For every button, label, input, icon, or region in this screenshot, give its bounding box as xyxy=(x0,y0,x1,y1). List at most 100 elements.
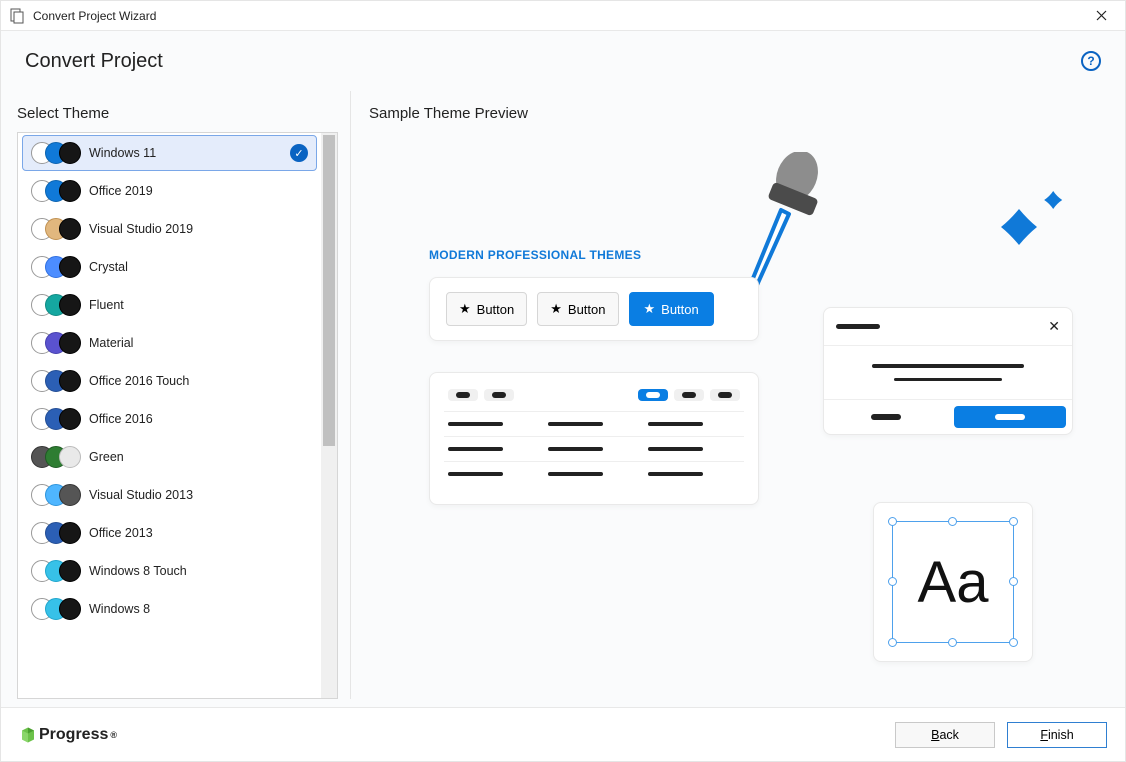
theme-swatches xyxy=(31,218,81,240)
theme-item[interactable]: Visual Studio 2013 xyxy=(22,477,317,513)
theme-label: Windows 11 xyxy=(89,146,282,160)
color-swatch xyxy=(59,560,81,582)
color-swatch xyxy=(59,332,81,354)
help-button[interactable]: ? xyxy=(1081,51,1101,71)
theme-swatches xyxy=(31,560,81,582)
theme-swatches xyxy=(31,446,81,468)
grid-row xyxy=(444,436,744,461)
back-button[interactable]: Back xyxy=(895,722,995,748)
theme-item[interactable]: Windows 11 ✓ xyxy=(22,135,317,171)
resize-handle xyxy=(1009,517,1018,526)
preview-button: ★Button xyxy=(537,292,618,326)
dialog-close-icon: ✕ xyxy=(1048,318,1060,335)
resize-handle xyxy=(948,638,957,647)
theme-swatches xyxy=(31,598,81,620)
theme-label: Material xyxy=(89,336,308,350)
star-icon: ★ xyxy=(644,301,656,317)
resize-handle xyxy=(948,517,957,526)
dialog-footer xyxy=(824,399,1072,434)
theme-label: Visual Studio 2019 xyxy=(89,222,308,236)
scrollbar-thumb[interactable] xyxy=(323,135,335,446)
page-title: Convert Project xyxy=(25,50,1081,73)
close-button[interactable] xyxy=(1085,1,1117,31)
themes-category-label: MODERN PROFESSIONAL THEMES xyxy=(429,248,641,262)
wizard-header: Convert Project ? xyxy=(1,31,1125,91)
color-swatch xyxy=(59,598,81,620)
theme-item[interactable]: Windows 8 Touch xyxy=(22,553,317,589)
theme-item[interactable]: Material xyxy=(22,325,317,361)
theme-label: Visual Studio 2013 xyxy=(89,488,308,502)
color-swatch xyxy=(59,446,81,468)
resize-handle xyxy=(1009,638,1018,647)
color-swatch xyxy=(59,256,81,278)
preview-button-primary: ★Button xyxy=(629,292,714,326)
theme-list[interactable]: Windows 11 ✓ Office 2019 Visual Studio 2019… xyxy=(18,133,321,698)
progress-mark-icon xyxy=(19,726,37,744)
grid-row xyxy=(444,411,744,436)
theme-swatches xyxy=(31,522,81,544)
dialog-title-placeholder xyxy=(836,324,880,329)
theme-swatches xyxy=(31,142,81,164)
dialog-button xyxy=(830,406,942,428)
preview-canvas: MODERN PROFESSIONAL THEMES ★Button ★Butt… xyxy=(369,132,1113,696)
app-icon xyxy=(9,8,25,24)
brand-text: Progress xyxy=(39,726,108,744)
theme-item[interactable]: Fluent xyxy=(22,287,317,323)
wizard-window: Convert Project Wizard Convert Project ?… xyxy=(0,0,1126,762)
finish-button[interactable]: Finish xyxy=(1007,722,1107,748)
theme-label: Windows 8 xyxy=(89,602,308,616)
theme-item[interactable]: Office 2019 xyxy=(22,173,317,209)
theme-item[interactable]: Green xyxy=(22,439,317,475)
dialog-body xyxy=(824,346,1072,399)
wizard-body: Select Theme Windows 11 ✓ Office 2019 Visua… xyxy=(1,91,1125,707)
theme-label: Crystal xyxy=(89,260,308,274)
preview-typography-card: Aa xyxy=(873,502,1033,662)
theme-label: Office 2016 Touch xyxy=(89,374,308,388)
select-theme-heading: Select Theme xyxy=(17,91,338,132)
theme-swatches xyxy=(31,294,81,316)
dialog-button-primary xyxy=(954,406,1066,428)
selected-check-icon: ✓ xyxy=(290,144,308,162)
theme-label: Fluent xyxy=(89,298,308,312)
preview-grid-card xyxy=(429,372,759,505)
theme-label: Office 2013 xyxy=(89,526,308,540)
theme-select-pane: Select Theme Windows 11 ✓ Office 2019 Visua… xyxy=(13,91,351,699)
progress-logo: Progress® xyxy=(19,726,883,744)
theme-label: Office 2019 xyxy=(89,184,308,198)
window-title: Convert Project Wizard xyxy=(33,9,1085,23)
theme-swatches xyxy=(31,180,81,202)
theme-label: Windows 8 Touch xyxy=(89,564,308,578)
theme-item[interactable]: Office 2016 xyxy=(22,401,317,437)
color-swatch xyxy=(59,522,81,544)
theme-item[interactable]: Office 2016 Touch xyxy=(22,363,317,399)
titlebar: Convert Project Wizard xyxy=(1,1,1125,31)
color-swatch xyxy=(59,218,81,240)
sparkle-icon xyxy=(983,182,1073,272)
preview-dialog-card: ✕ xyxy=(823,307,1073,435)
theme-item[interactable]: Visual Studio 2019 xyxy=(22,211,317,247)
theme-item[interactable]: Office 2013 xyxy=(22,515,317,551)
preview-heading: Sample Theme Preview xyxy=(369,91,1113,132)
theme-swatches xyxy=(31,332,81,354)
selection-box xyxy=(892,521,1014,643)
resize-handle xyxy=(1009,577,1018,586)
color-swatch xyxy=(59,142,81,164)
preview-buttons-card: ★Button ★Button ★Button xyxy=(429,277,759,341)
resize-handle xyxy=(888,517,897,526)
theme-item[interactable]: Crystal xyxy=(22,249,317,285)
theme-swatches xyxy=(31,256,81,278)
grid-header xyxy=(444,385,744,405)
preview-button: ★Button xyxy=(446,292,527,326)
theme-item[interactable]: Windows 8 xyxy=(22,591,317,627)
theme-swatches xyxy=(31,408,81,430)
dialog-titlebar: ✕ xyxy=(824,308,1072,346)
grid-row xyxy=(444,461,744,486)
color-swatch xyxy=(59,370,81,392)
resize-handle xyxy=(888,638,897,647)
theme-swatches xyxy=(31,370,81,392)
color-swatch xyxy=(59,484,81,506)
color-swatch xyxy=(59,180,81,202)
color-swatch xyxy=(59,294,81,316)
theme-label: Office 2016 xyxy=(89,412,308,426)
scrollbar[interactable] xyxy=(321,133,337,698)
